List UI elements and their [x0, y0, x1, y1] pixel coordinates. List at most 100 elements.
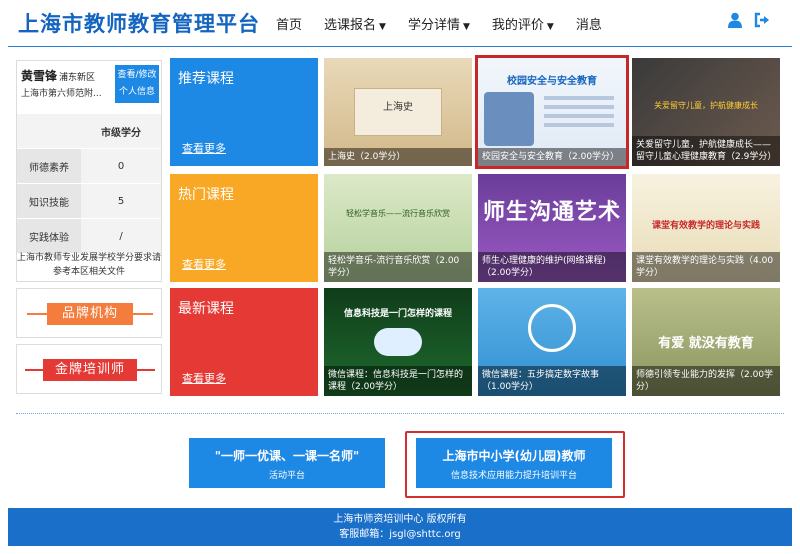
profile-panel: 黄雪锋 浦东新区 上海市第六师范附... 查看/修改 个人信息 市级学分 师德素养…: [16, 60, 162, 282]
user-icon[interactable]: [728, 12, 742, 28]
nav-course-enroll-label: 选课报名: [324, 18, 377, 33]
footer-email: 客服邮箱：jsgl@shttc.org: [339, 529, 461, 540]
banner-left-line: [27, 313, 47, 315]
latest-courses-title: 最新课程: [178, 301, 234, 317]
view-edit-profile-button[interactable]: 查看/修改 个人信息: [115, 65, 159, 103]
credit-note: 上海市教师专业发展学校学分要求请参考本区相关文件: [17, 253, 162, 277]
course-card[interactable]: 上海史 上海史（2.0学分）: [324, 58, 472, 166]
brand-institution-label: 品牌机构: [47, 303, 133, 325]
course-thumbnail-text: 轻松学音乐——流行音乐欣赏: [346, 209, 450, 218]
gold-trainer-label: 金牌培训师: [43, 359, 137, 381]
course-caption: 关爱留守儿童，护航健康成长——留守儿童心理健康教育（2.9学分）: [632, 136, 780, 166]
brand-institution-banner[interactable]: 品牌机构: [16, 288, 162, 338]
course-card-selected[interactable]: 校园安全与安全教育 校园安全与安全教育（2.00学分）: [475, 55, 629, 169]
nav-credit-details[interactable]: 学分详情 ▼: [408, 14, 470, 33]
logout-icon[interactable]: [754, 12, 770, 28]
course-caption: 师生心理健康的维护(网络课程)（2.00学分）: [478, 252, 626, 282]
site-title[interactable]: 上海市教师教育管理平台: [18, 8, 260, 38]
course-card[interactable]: 微信课程：五步搞定数字故事（1.00学分）: [478, 288, 626, 396]
recommended-view-more-link[interactable]: 查看更多: [182, 140, 226, 156]
nav-my-evaluation-label: 我的评价: [491, 18, 544, 33]
main-nav: 首页 选课报名 ▼ 学分详情 ▼ 我的评价 ▼ 消息: [276, 14, 624, 33]
latest-view-more-link[interactable]: 查看更多: [182, 370, 226, 386]
course-thumbnail-lines: [544, 96, 614, 100]
course-thumbnail-text: 上海史: [383, 102, 413, 113]
header: 上海市教师教育管理平台 首页 选课报名 ▼ 学分详情 ▼ 我的评价 ▼ 消息: [0, 0, 800, 44]
recommended-courses-title: 推荐课程: [178, 71, 234, 87]
course-card[interactable]: 有爱 就没有教育 师德引领专业能力的发挥（2.00学分）: [632, 288, 780, 396]
banner-right-line: [137, 369, 155, 371]
course-thumbnail-text: 关爱留守儿童，护航健康成长: [654, 101, 758, 110]
course-card[interactable]: 课堂有效教学的理论与实践 课堂有效教学的理论与实践（4.00学分）: [632, 174, 780, 282]
footer: 上海市师资培训中心 版权所有 客服邮箱：jsgl@shttc.org: [8, 508, 792, 546]
profile-name-line: 黄雪锋 浦东新区: [21, 67, 95, 84]
credit-row-value: 0: [81, 149, 161, 183]
popular-courses-tile: 热门课程 查看更多: [170, 174, 318, 282]
course-caption: 上海史（2.0学分）: [324, 148, 472, 166]
it-training-platform-button[interactable]: 上海市中小学(幼儿园)教师 信息技术应用能力提升培训平台: [416, 438, 612, 488]
credit-table-header: 市级学分: [17, 113, 161, 148]
promo-sub-text: 活动平台: [268, 471, 305, 481]
course-card[interactable]: 关爱留守儿童，护航健康成长 关爱留守儿童，护航健康成长——留守儿童心理健康教育（…: [632, 58, 780, 166]
credit-row: 师德素养 0: [17, 148, 161, 183]
caret-down-icon: ▼: [379, 22, 386, 32]
course-caption: 师德引领专业能力的发挥（2.00学分）: [632, 366, 780, 396]
caret-down-icon: ▼: [462, 22, 470, 32]
course-caption: 轻松学音乐-流行音乐欣赏（2.00学分）: [324, 252, 472, 282]
bulb-icon: [528, 304, 576, 352]
nav-my-evaluation[interactable]: 我的评价 ▼: [492, 14, 554, 33]
profile-school: 上海市第六师范附...: [21, 89, 102, 99]
popular-view-more-link[interactable]: 查看更多: [182, 256, 226, 272]
nav-messages-label: 消息: [575, 18, 602, 33]
header-divider: [8, 46, 792, 47]
course-thumbnail-text: 信息科技是一门怎样的课程: [343, 309, 452, 319]
credit-row-label: 知识技能: [17, 184, 81, 218]
credit-row-label: 实践体验: [17, 219, 81, 253]
section-divider: [16, 413, 784, 414]
page: 上海市教师教育管理平台 首页 选课报名 ▼ 学分详情 ▼ 我的评价 ▼ 消息 黄雪锋浦…: [0, 0, 800, 554]
view-edit-profile-line2: 个人信息: [118, 87, 155, 97]
credit-row-value: /: [81, 219, 161, 253]
recommended-courses-tile: 推荐课程 查看更多: [170, 58, 318, 166]
footer-copyright: 上海市师资培训中心 版权所有: [333, 514, 467, 525]
promo-main-text: "一师一优课、一课一名师": [214, 449, 360, 463]
popular-courses-title: 热门课程: [178, 187, 234, 203]
course-thumbnail-photo: [484, 92, 534, 146]
credit-row: 知识技能 5: [17, 183, 161, 218]
promo-sub-text: 信息技术应用能力提升培训平台: [450, 471, 577, 481]
course-card[interactable]: 轻松学音乐——流行音乐欣赏 轻松学音乐-流行音乐欣赏（2.00学分）: [324, 174, 472, 282]
view-edit-profile-line1: 查看/修改: [117, 70, 157, 80]
cloud-icon: [374, 328, 422, 356]
nav-home[interactable]: 首页: [276, 14, 302, 33]
nav-course-enroll[interactable]: 选课报名 ▼: [324, 14, 386, 33]
credit-table: 市级学分 师德素养 0 知识技能 5 实践体验 /: [17, 113, 161, 253]
course-caption: 课堂有效教学的理论与实践（4.00学分）: [632, 252, 780, 282]
profile-name: 黄雪锋: [21, 69, 58, 83]
nav-messages[interactable]: 消息: [576, 14, 602, 33]
credit-table-corner: [17, 114, 81, 148]
course-card[interactable]: 信息科技是一门怎样的课程 微信课程：信息科技是一门怎样的课程（2.00学分）: [324, 288, 472, 396]
course-thumbnail-text: 师生沟通艺术: [482, 200, 621, 225]
credit-column-header: 市级学分: [81, 114, 161, 148]
course-thumbnail-text: 有爱 就没有教育: [658, 336, 754, 351]
header-icons: [728, 12, 770, 28]
course-card[interactable]: 师生沟通艺术 师生心理健康的维护(网络课程)（2.00学分）: [478, 174, 626, 282]
credit-row: 实践体验 /: [17, 218, 161, 253]
latest-courses-tile: 最新课程 查看更多: [170, 288, 318, 396]
gold-trainer-banner[interactable]: 金牌培训师: [16, 344, 162, 394]
nav-home-label: 首页: [276, 18, 303, 33]
course-thumbnail-text: 校园安全与安全教育: [507, 76, 597, 87]
credit-row-value: 5: [81, 184, 161, 218]
profile-district: 浦东新区: [59, 73, 96, 83]
nav-credit-details-label: 学分详情: [407, 18, 460, 33]
banner-left-line: [25, 369, 43, 371]
caret-down-icon: ▼: [546, 22, 554, 32]
promo-main-text: 上海市中小学(幼儿园)教师: [442, 449, 586, 463]
credit-row-label: 师德素养: [17, 149, 81, 183]
course-caption: 微信课程：信息科技是一门怎样的课程（2.00学分）: [324, 366, 472, 396]
banner-right-line: [133, 313, 153, 315]
course-thumbnail-text: 课堂有效教学的理论与实践: [651, 221, 760, 231]
course-caption: 校园安全与安全教育（2.00学分）: [478, 148, 626, 166]
one-teacher-one-lesson-button[interactable]: "一师一优课、一课一名师" 活动平台: [189, 438, 385, 488]
course-caption: 微信课程：五步搞定数字故事（1.00学分）: [478, 366, 626, 396]
